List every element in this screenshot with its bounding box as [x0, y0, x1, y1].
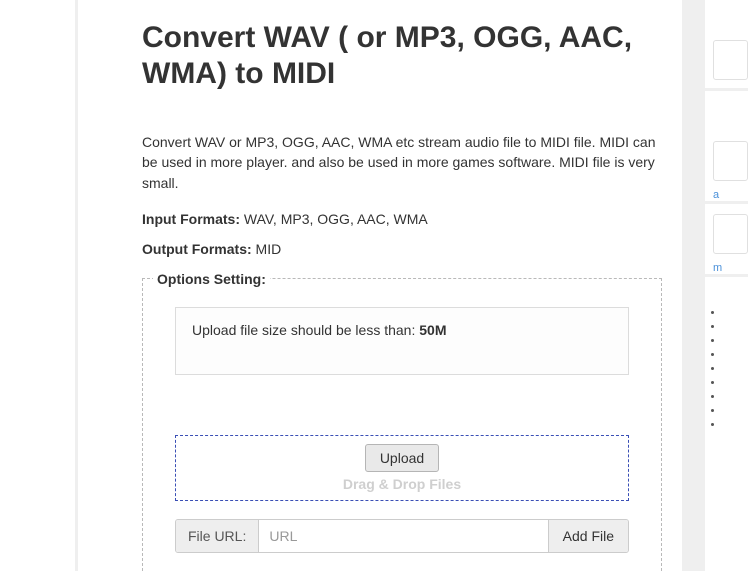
output-formats-label: Output Formats:	[142, 241, 252, 257]
output-formats-line: Output Formats: MID	[98, 241, 662, 257]
upload-button[interactable]: Upload	[365, 444, 439, 472]
sidebar-card[interactable]	[713, 40, 748, 80]
url-footnote	[175, 563, 629, 571]
right-sidebar: a m	[702, 0, 748, 571]
upload-limit-value: 50M	[419, 322, 446, 338]
sidebar-label: a	[713, 189, 748, 201]
input-formats-line: Input Formats: WAV, MP3, OGG, AAC, WMA	[98, 211, 662, 227]
page-title: Convert WAV ( or MP3, OGG, AAC, WMA) to …	[98, 20, 662, 92]
sidebar-list-item[interactable]	[723, 391, 748, 405]
add-file-button[interactable]: Add File	[548, 520, 628, 552]
file-url-label: File URL:	[176, 520, 259, 552]
main-content: Convert WAV ( or MP3, OGG, AAC, WMA) to …	[78, 0, 682, 571]
upload-limit-notice: Upload file size should be less than: 50…	[175, 307, 629, 375]
sidebar-list-item[interactable]	[723, 363, 748, 377]
upload-limit-text: Upload file size should be less than:	[192, 322, 419, 338]
dropzone-hint: Drag & Drop Files	[343, 476, 461, 492]
sidebar-card[interactable]	[713, 141, 748, 181]
page-description: Convert WAV or MP3, OGG, AAC, WMA etc st…	[98, 132, 662, 193]
sidebar-list-item[interactable]	[723, 405, 748, 419]
file-dropzone[interactable]: Upload Drag & Drop Files	[175, 435, 629, 501]
sidebar-list-item[interactable]	[723, 321, 748, 335]
sidebar-label: m	[713, 262, 748, 274]
left-divider	[75, 0, 78, 571]
file-url-row: File URL: Add File	[175, 519, 629, 553]
options-fieldset: Options Setting: Upload file size should…	[142, 271, 662, 571]
input-formats-value: WAV, MP3, OGG, AAC, WMA	[244, 211, 428, 227]
options-legend: Options Setting:	[153, 271, 270, 287]
sidebar-card[interactable]	[713, 214, 748, 254]
sidebar-list	[723, 307, 748, 433]
sidebar-list-item[interactable]	[723, 419, 748, 433]
sidebar-list-item[interactable]	[723, 377, 748, 391]
left-gutter	[0, 0, 75, 571]
input-formats-label: Input Formats:	[142, 211, 240, 227]
file-url-input[interactable]	[259, 520, 547, 552]
output-formats-value: MID	[256, 241, 282, 257]
sidebar-list-item[interactable]	[723, 307, 748, 321]
sidebar-list-item[interactable]	[723, 335, 748, 349]
sidebar-list-item[interactable]	[723, 349, 748, 363]
